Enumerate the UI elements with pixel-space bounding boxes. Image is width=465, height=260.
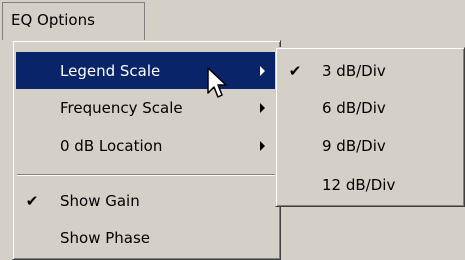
eq-options-menu: Legend Scale Frequency Scale 0 dB Locati…: [12, 40, 281, 260]
submenu-arrow-icon: [260, 102, 265, 113]
menu-item-show-gain[interactable]: ✔ Show Gain: [16, 182, 277, 219]
menu-item-frequency-scale[interactable]: Frequency Scale: [16, 89, 277, 126]
submenu-arrow-icon: [260, 65, 265, 76]
menu-item-label: Legend Scale: [60, 61, 161, 80]
submenu-item-6db-div[interactable]: 6 dB/Div: [279, 89, 461, 126]
check-icon: ✔: [25, 191, 39, 210]
mouse-cursor-icon: [207, 67, 227, 98]
submenu-item-9db-div[interactable]: 9 dB/Div: [279, 127, 461, 164]
submenu-item-label: 9 dB/Div: [322, 136, 386, 155]
menu-item-label: Show Gain: [60, 191, 140, 210]
submenu-item-label: 6 dB/Div: [322, 98, 386, 117]
submenu-item-12db-div[interactable]: 12 dB/Div: [279, 166, 461, 203]
menu-item-label: Frequency Scale: [60, 98, 183, 117]
menu-item-label: Show Phase: [60, 228, 151, 247]
menu-bar: EQ Options: [0, 0, 465, 40]
submenu-item-label: 12 dB/Div: [322, 175, 396, 194]
menu-item-label: 0 dB Location: [60, 136, 163, 155]
menubar-eq-options[interactable]: EQ Options: [2, 2, 145, 40]
menubar-eq-options-label: EQ Options: [11, 11, 95, 29]
submenu-item-label: 3 dB/Div: [322, 61, 386, 80]
submenu-arrow-icon: [260, 140, 265, 151]
menu-item-show-phase[interactable]: Show Phase: [16, 219, 277, 256]
submenu-item-3db-div[interactable]: ✔ 3 dB/Div: [279, 52, 461, 89]
legend-scale-submenu: ✔ 3 dB/Div 6 dB/Div 9 dB/Div 12 dB/Div: [275, 47, 465, 207]
check-icon: ✔: [288, 61, 302, 80]
menu-item-legend-scale[interactable]: Legend Scale: [16, 52, 277, 89]
menu-separator: [17, 174, 276, 176]
menu-item-0db-location[interactable]: 0 dB Location: [16, 127, 277, 164]
